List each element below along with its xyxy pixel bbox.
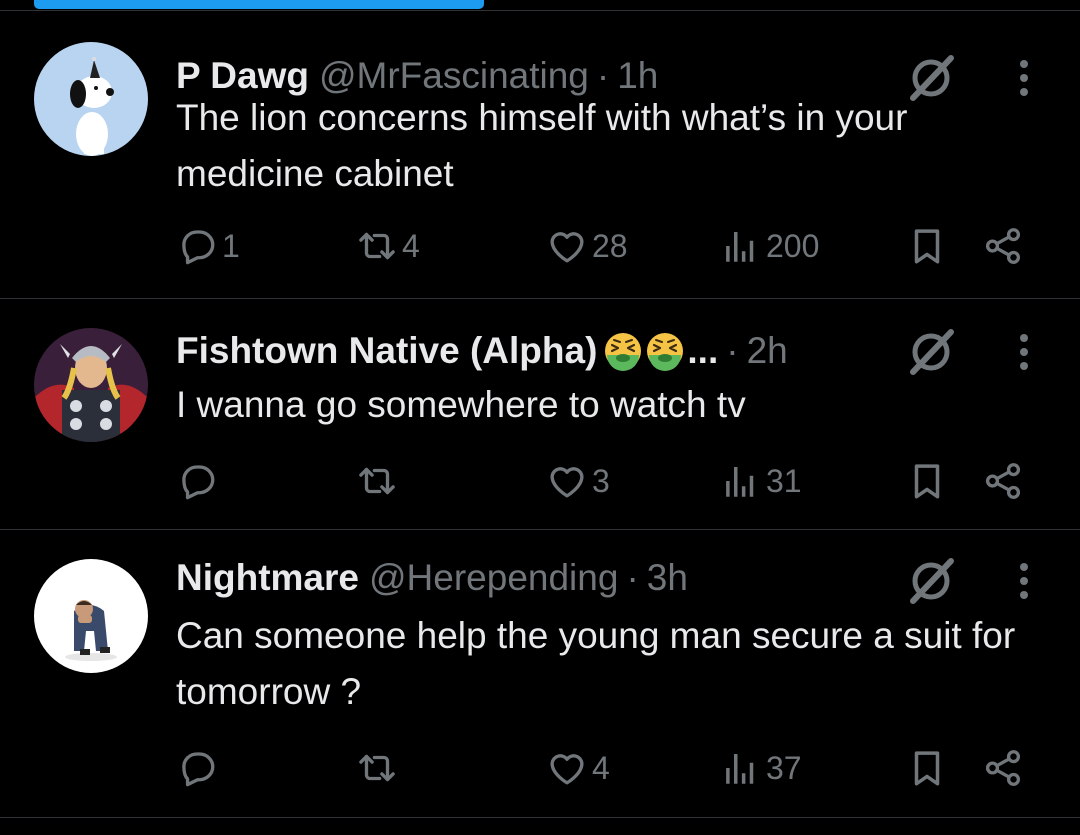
action-bar: 3 31 xyxy=(0,456,1080,506)
views-button[interactable]: 200 xyxy=(720,221,819,271)
like-count: 4 xyxy=(592,749,610,786)
share-icon xyxy=(982,460,1024,502)
heart-icon xyxy=(546,747,588,789)
bookmark-icon xyxy=(906,747,948,789)
repost-button[interactable] xyxy=(356,743,402,793)
tweet[interactable]: Nightmare @Herepending · 3h Can someone … xyxy=(0,530,1080,818)
action-bar: 1 4 28 200 xyxy=(0,221,1080,271)
sad-man-avatar[interactable] xyxy=(34,559,148,673)
heart-icon xyxy=(546,460,588,502)
thor-avatar[interactable] xyxy=(34,328,148,442)
share-button[interactable] xyxy=(982,743,1024,793)
bookmark-button[interactable] xyxy=(906,221,948,271)
tweet[interactable]: P Dawg @MrFascinating · 1h The lion conc… xyxy=(0,14,1080,299)
repost-icon xyxy=(356,747,398,789)
like-button[interactable]: 3 xyxy=(546,456,610,506)
top-bar xyxy=(0,0,1080,14)
view-count: 31 xyxy=(766,462,802,499)
tweet-text: The lion concerns himself with what’s in… xyxy=(176,97,908,194)
repost-button[interactable]: 4 xyxy=(356,221,420,271)
like-button[interactable]: 4 xyxy=(546,743,610,793)
tweet-header: Nightmare @Herepending · 3h xyxy=(176,556,688,600)
reply-icon xyxy=(176,225,218,267)
nauseated-face-emoji xyxy=(645,331,685,371)
name-truncation: ... xyxy=(687,330,719,371)
display-name[interactable]: Nightmare xyxy=(176,556,359,600)
more-options-icon[interactable] xyxy=(1004,324,1044,380)
timestamp[interactable]: 3h xyxy=(647,556,688,600)
timestamp[interactable]: 2h xyxy=(747,329,788,373)
repost-button[interactable] xyxy=(356,456,402,506)
view-count: 37 xyxy=(766,749,802,786)
user-handle[interactable]: @Herepending xyxy=(369,556,618,600)
tweet[interactable]: Fishtown Native (Alpha) ... · 2h I wanna… xyxy=(0,299,1080,530)
reply-button[interactable] xyxy=(176,456,222,506)
bookmark-button[interactable] xyxy=(906,743,948,793)
views-button[interactable]: 37 xyxy=(720,743,802,793)
repost-count: 4 xyxy=(402,227,420,264)
tweet-text: Can someone help the young man secure a … xyxy=(176,615,1016,712)
tweet-text: I wanna go somewhere to watch tv xyxy=(176,384,746,425)
loading-progress-bar xyxy=(34,0,484,9)
separator-dot: · xyxy=(626,557,639,598)
share-button[interactable] xyxy=(982,221,1024,271)
reply-count: 1 xyxy=(222,227,240,264)
share-icon xyxy=(982,225,1024,267)
reply-button[interactable] xyxy=(176,743,222,793)
repost-icon xyxy=(356,460,398,502)
bookmark-button[interactable] xyxy=(906,456,948,506)
snoopy-avatar[interactable] xyxy=(34,42,148,156)
views-button[interactable]: 31 xyxy=(720,456,802,506)
view-count: 200 xyxy=(766,227,820,264)
like-button[interactable]: 28 xyxy=(546,221,628,271)
display-name[interactable]: Fishtown Native (Alpha) xyxy=(176,329,597,373)
share-button[interactable] xyxy=(982,456,1024,506)
repost-icon xyxy=(356,225,398,267)
views-icon xyxy=(720,747,762,789)
bookmark-icon xyxy=(906,460,948,502)
like-count: 3 xyxy=(592,462,610,499)
grok-icon[interactable] xyxy=(903,553,959,609)
more-options-icon[interactable] xyxy=(1004,553,1044,609)
action-bar: 4 37 xyxy=(0,743,1080,793)
reply-button[interactable]: 1 xyxy=(176,221,240,271)
like-count: 28 xyxy=(592,227,628,264)
views-icon xyxy=(720,460,762,502)
top-divider xyxy=(0,10,1080,11)
reply-icon xyxy=(176,747,218,789)
bookmark-icon xyxy=(906,225,948,267)
views-icon xyxy=(720,225,762,267)
share-icon xyxy=(982,747,1024,789)
nauseated-face-emoji xyxy=(603,331,643,371)
separator-dot: · xyxy=(726,330,739,371)
reply-icon xyxy=(176,460,218,502)
tweet-divider xyxy=(0,817,1080,818)
grok-icon[interactable] xyxy=(903,324,959,380)
heart-icon xyxy=(546,225,588,267)
tweet-header: Fishtown Native (Alpha) ... · 2h xyxy=(176,329,788,373)
